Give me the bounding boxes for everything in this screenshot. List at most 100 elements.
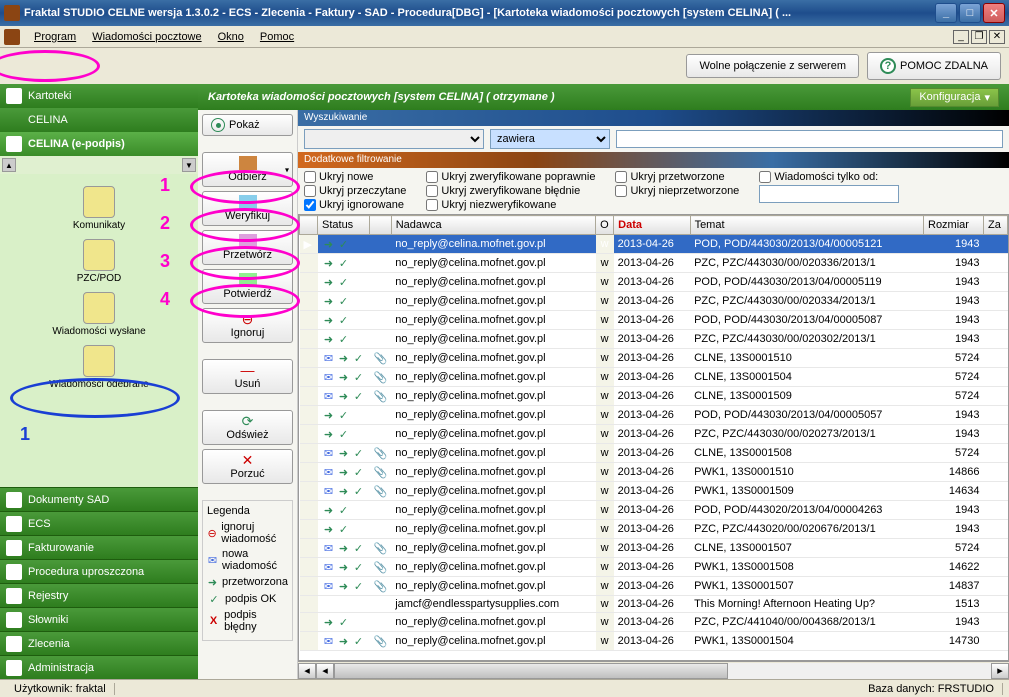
- maximize-button[interactable]: □: [959, 3, 981, 23]
- minimize-button[interactable]: _: [935, 3, 957, 23]
- table-row[interactable]: ➜✓no_reply@celina.mofnet.gov.plw2013-04-…: [300, 613, 1008, 632]
- ignoruj-button[interactable]: ⊖Ignoruj: [202, 308, 293, 343]
- table-row[interactable]: ✉➜✓📎no_reply@celina.mofnet.gov.plw2013-0…: [300, 577, 1008, 596]
- sidebar-procedura[interactable]: Procedura uproszczona: [0, 559, 198, 583]
- table-row[interactable]: ➜✓no_reply@celina.mofnet.gov.plw2013-04-…: [300, 254, 1008, 273]
- porzuc-button[interactable]: ✕Porzuć: [202, 449, 293, 484]
- cell-za: [984, 539, 1008, 558]
- cell-za: [984, 368, 1008, 387]
- menu-wiadomosci[interactable]: Wiadomości pocztowe: [84, 29, 209, 45]
- cell-nadawca: no_reply@celina.mofnet.gov.pl: [391, 235, 595, 254]
- table-row[interactable]: ▶➜✓no_reply@celina.mofnet.gov.plw2013-04…: [300, 235, 1008, 254]
- cell-temat: CLNE, 13S0001510: [690, 349, 923, 368]
- table-row[interactable]: ✉➜✓📎no_reply@celina.mofnet.gov.plw2013-0…: [300, 558, 1008, 577]
- table-row[interactable]: ✉➜✓📎no_reply@celina.mofnet.gov.plw2013-0…: [300, 463, 1008, 482]
- col-o[interactable]: O: [596, 216, 614, 235]
- table-row[interactable]: ➜✓no_reply@celina.mofnet.gov.plw2013-04-…: [300, 501, 1008, 520]
- filter-ukryj-przeczytane[interactable]: Ukryj przeczytane: [304, 185, 406, 197]
- sidebar-kartoteki[interactable]: Kartoteki: [0, 84, 198, 108]
- content-header: Kartoteka wiadomości pocztowych [system …: [198, 84, 1009, 110]
- mdi-close[interactable]: ✕: [989, 30, 1005, 44]
- col-marker[interactable]: [300, 216, 318, 235]
- table-row[interactable]: ➜✓no_reply@celina.mofnet.gov.plw2013-04-…: [300, 292, 1008, 311]
- scroll-track[interactable]: [334, 663, 991, 679]
- sidebar-rejestry[interactable]: Rejestry: [0, 583, 198, 607]
- table-row[interactable]: ✉➜✓📎no_reply@celina.mofnet.gov.plw2013-0…: [300, 632, 1008, 651]
- sidebar-dokumenty-sad[interactable]: Dokumenty SAD: [0, 487, 198, 511]
- filter-wiadomosci-od[interactable]: Wiadomości tylko od:: [759, 171, 899, 183]
- search-op-select[interactable]: zawiera: [490, 129, 610, 149]
- przetworz-button[interactable]: Przetwórz: [202, 230, 293, 265]
- col-rozmiar[interactable]: Rozmiar: [924, 216, 984, 235]
- filter-ukryj-przetworzone[interactable]: Ukryj przetworzone: [615, 171, 739, 183]
- filter-ukryj-zwer-blednie[interactable]: Ukryj zweryfikowane błędnie: [426, 185, 595, 197]
- sidebar-item-komunikaty[interactable]: Komunikaty: [4, 182, 194, 235]
- odbierz-button[interactable]: Odbierz▾: [202, 152, 293, 187]
- filter-ukryj-nowe[interactable]: Ukryj nowe: [304, 171, 406, 183]
- sidebar-ecs[interactable]: ECS: [0, 511, 198, 535]
- sidebar-celina-epodpis[interactable]: CELINA (e-podpis): [0, 132, 198, 156]
- table-row[interactable]: ➜✓no_reply@celina.mofnet.gov.plw2013-04-…: [300, 330, 1008, 349]
- mdi-minimize[interactable]: _: [953, 30, 969, 44]
- filter-ukryj-ignorowane[interactable]: Ukryj ignorowane: [304, 199, 406, 211]
- connection-button[interactable]: Wolne połączenie z serwerem: [686, 54, 859, 78]
- menu-pomoc[interactable]: Pomoc: [252, 29, 302, 45]
- table-row[interactable]: ✉➜✓📎no_reply@celina.mofnet.gov.plw2013-0…: [300, 482, 1008, 501]
- table-row[interactable]: ➜✓no_reply@celina.mofnet.gov.plw2013-04-…: [300, 406, 1008, 425]
- scroll-thumb[interactable]: [334, 663, 728, 679]
- sidebar-item-odebrane[interactable]: Wiadomości odebrane: [4, 341, 194, 394]
- horizontal-scrollbar[interactable]: ◂ ◂ ▸: [298, 661, 1009, 679]
- search-input[interactable]: [616, 130, 1003, 148]
- table-row[interactable]: ✉➜✓📎no_reply@celina.mofnet.gov.plw2013-0…: [300, 539, 1008, 558]
- remote-help-button[interactable]: ?POMOC ZDALNA: [867, 52, 1001, 80]
- table-row[interactable]: ✉➜✓📎no_reply@celina.mofnet.gov.plw2013-0…: [300, 349, 1008, 368]
- sidebar-item-pzcpod[interactable]: PZC/POD: [4, 235, 194, 288]
- table-row[interactable]: ✉➜✓📎no_reply@celina.mofnet.gov.plw2013-0…: [300, 368, 1008, 387]
- pokaz-button[interactable]: Pokaż: [202, 114, 293, 136]
- cell-za: [984, 482, 1008, 501]
- sidebar-up-button[interactable]: ▲: [2, 158, 16, 172]
- table-row[interactable]: ➜✓no_reply@celina.mofnet.gov.plw2013-04-…: [300, 520, 1008, 539]
- config-button[interactable]: Konfiguracja▾: [910, 88, 999, 107]
- sidebar-administracja[interactable]: Administracja: [0, 655, 198, 679]
- table-row[interactable]: ➜✓no_reply@celina.mofnet.gov.plw2013-04-…: [300, 273, 1008, 292]
- table-row[interactable]: ➜✓no_reply@celina.mofnet.gov.plw2013-04-…: [300, 425, 1008, 444]
- menu-okno[interactable]: Okno: [210, 29, 252, 45]
- table-row[interactable]: ✉➜✓📎no_reply@celina.mofnet.gov.plw2013-0…: [300, 444, 1008, 463]
- filter-date-input[interactable]: [759, 185, 899, 203]
- col-temat[interactable]: Temat: [690, 216, 923, 235]
- col-za[interactable]: Za: [984, 216, 1008, 235]
- arrow-right-icon: ➜: [337, 351, 351, 365]
- sidebar-celina[interactable]: CELINA: [0, 108, 198, 132]
- weryfikuj-button[interactable]: Weryfikuj: [202, 191, 293, 226]
- filter-ukryj-zwer-poprawnie[interactable]: Ukryj zweryfikowane poprawnie: [426, 171, 595, 183]
- scroll-right[interactable]: ▸: [991, 663, 1009, 679]
- scroll-left[interactable]: ◂: [316, 663, 334, 679]
- table-row[interactable]: ➜✓no_reply@celina.mofnet.gov.plw2013-04-…: [300, 311, 1008, 330]
- usun-button[interactable]: —Usuń: [202, 359, 293, 394]
- legend-label: ignoruj wiadomość: [221, 521, 288, 545]
- sidebar-zlecenia[interactable]: Zlecenia: [0, 631, 198, 655]
- table-row[interactable]: jamcf@endlesspartysupplies.comw2013-04-2…: [300, 596, 1008, 613]
- table-row[interactable]: ✉➜✓📎no_reply@celina.mofnet.gov.plw2013-0…: [300, 387, 1008, 406]
- col-nadawca[interactable]: Nadawca: [391, 216, 595, 235]
- sidebar-fakturowanie[interactable]: Fakturowanie: [0, 535, 198, 559]
- sidebar-slowniki[interactable]: Słowniki: [0, 607, 198, 631]
- scroll-first[interactable]: ◂: [298, 663, 316, 679]
- col-status[interactable]: Status: [318, 216, 370, 235]
- filter-ukryj-niezwer[interactable]: Ukryj niezweryfikowane: [426, 199, 595, 211]
- search-field-select[interactable]: [304, 129, 484, 149]
- sidebar-item-wyslane[interactable]: Wiadomości wysłane: [4, 288, 194, 341]
- potwierdz-button[interactable]: Potwierdź: [202, 269, 293, 304]
- message-table-wrap[interactable]: Status Nadawca O Data Temat Rozmiar Za ▶…: [298, 214, 1009, 661]
- odswiez-button[interactable]: ⟳Odśwież: [202, 410, 293, 445]
- close-button[interactable]: ✕: [983, 3, 1005, 23]
- filter-ukryj-nieprzetworzone[interactable]: Ukryj nieprzetworzone: [615, 185, 739, 197]
- mdi-restore[interactable]: ❐: [971, 30, 987, 44]
- col-data[interactable]: Data: [614, 216, 690, 235]
- col-attach[interactable]: [370, 216, 392, 235]
- arrow-right-icon: ➜: [337, 389, 351, 403]
- cell-attach: [370, 254, 392, 273]
- sidebar-down-button[interactable]: ▼: [182, 158, 196, 172]
- menu-program[interactable]: Program: [26, 29, 84, 45]
